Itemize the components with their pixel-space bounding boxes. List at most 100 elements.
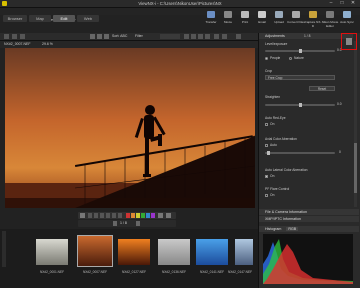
- file-info-title: File & Camera Information: [265, 210, 307, 214]
- grid-view-icon[interactable]: [90, 34, 95, 39]
- upload-button[interactable]: Upload: [272, 9, 286, 31]
- thumbnail-6-label: NX#2_0147.NEF: [227, 270, 253, 274]
- rating-0-icon[interactable]: [88, 213, 92, 218]
- convert-files-button[interactable]: Convert Files: [287, 9, 305, 31]
- tab-browser[interactable]: Browser: [3, 15, 27, 22]
- rotate-left-icon[interactable]: [184, 34, 189, 39]
- thumbnail-4[interactable]: [158, 239, 190, 265]
- radio-people[interactable]: [265, 57, 268, 60]
- info-icon[interactable]: [222, 34, 227, 39]
- panel-scroll-thumb[interactable]: [354, 143, 357, 193]
- auto-sync-button[interactable]: Auto Sync: [340, 9, 354, 31]
- thumbnail-2-selected[interactable]: [77, 235, 113, 267]
- rating-3-icon[interactable]: [106, 213, 110, 218]
- axial-slider[interactable]: [265, 152, 335, 154]
- zoom-icon[interactable]: [214, 34, 219, 39]
- file-info-header[interactable]: File & Camera Information: [259, 209, 359, 215]
- lateral-checkbox[interactable]: [265, 175, 268, 178]
- rating-filter[interactable]: [160, 34, 180, 39]
- protect-icon[interactable]: [198, 34, 203, 39]
- tab-map[interactable]: Map: [29, 15, 51, 22]
- thumbnail-1-label: NX#2_0001.NEF: [39, 270, 65, 274]
- panel-toggle-icon[interactable]: [236, 34, 241, 39]
- title-bar: ViewNX-i - C:\Users\NikonUser\Pictures\N…: [0, 0, 360, 8]
- transfer-button[interactable]: Transfer: [204, 9, 218, 31]
- thumbnail-2-label: NX#2_0007.NEF: [82, 270, 108, 274]
- exposure-knob[interactable]: [299, 49, 302, 53]
- label-3-icon[interactable]: [136, 213, 140, 218]
- straighten-knob[interactable]: [299, 103, 302, 107]
- label-icon[interactable]: [205, 34, 210, 39]
- next-image-icon[interactable]: [136, 221, 140, 226]
- movie-button[interactable]: Movie: [221, 9, 235, 31]
- thumbnail-3[interactable]: [118, 239, 150, 265]
- compare-view-icon[interactable]: [104, 34, 109, 39]
- rating-1-icon[interactable]: [94, 213, 98, 218]
- label-1-icon[interactable]: [126, 213, 130, 218]
- capture-icon: [309, 11, 317, 18]
- window-title: ViewNX-i - C:\Users\NikonUser\Pictures\N…: [138, 1, 222, 6]
- pf-checkbox[interactable]: [265, 194, 268, 197]
- sort-dropdown[interactable]: Sort: ABC: [112, 33, 127, 40]
- rating-2-icon[interactable]: [100, 213, 104, 218]
- print-icon: [241, 11, 249, 18]
- label-5-icon[interactable]: [146, 213, 150, 218]
- delete-icon[interactable]: [158, 213, 163, 218]
- settings-icon[interactable]: [166, 213, 171, 218]
- filter-dropdown[interactable]: Filter: [135, 33, 143, 40]
- thumbnail-3-label: NX#2_0127.NEF: [121, 270, 147, 274]
- radio-nature[interactable]: [289, 57, 292, 60]
- radio-nature-label: Nature: [294, 56, 304, 60]
- pencil-icon[interactable]: [80, 213, 85, 218]
- crop-reset-button[interactable]: Reset: [309, 86, 335, 91]
- filmstrip-scroll-left[interactable]: [2, 231, 6, 267]
- email-button[interactable]: Email: [255, 9, 269, 31]
- movie-editor-button[interactable]: Nikon Movie Editor: [322, 9, 338, 31]
- image-rating-toolbar: [78, 212, 176, 219]
- prev-image-icon[interactable]: [113, 221, 117, 226]
- thumbnail-5[interactable]: [196, 239, 228, 265]
- xmp-title: XMP/IPTC Information: [265, 217, 301, 221]
- radio-people-label: People: [270, 56, 281, 60]
- maximize-button[interactable]: □: [337, 0, 347, 7]
- axial-auto-checkbox[interactable]: [265, 144, 268, 147]
- tab-edit[interactable]: Edit: [53, 15, 75, 22]
- back-icon[interactable]: [12, 34, 17, 39]
- histogram-graph: [263, 239, 353, 284]
- minimize-button[interactable]: –: [326, 0, 336, 7]
- panel-toggle-button[interactable]: [346, 38, 352, 45]
- exposure-label: Level/exposure: [265, 42, 288, 46]
- print-button[interactable]: Print: [238, 9, 252, 31]
- lateral-label: Auto Lateral Color Aberration: [265, 168, 308, 172]
- thumbnail-1[interactable]: [36, 239, 68, 265]
- crop-dropdown[interactable]: Free Crop: [265, 75, 335, 80]
- capture-nx-d-button[interactable]: Capture NX-D: [305, 9, 321, 31]
- rating-5-icon[interactable]: [118, 213, 122, 218]
- thumbnail-6[interactable]: [235, 239, 253, 265]
- sunset-photo: [5, 48, 255, 208]
- label-2-icon[interactable]: [131, 213, 135, 218]
- close-button[interactable]: ✕: [348, 0, 358, 7]
- rotate-right-icon[interactable]: [191, 34, 196, 39]
- transfer-icon: [207, 11, 215, 18]
- application-window: ViewNX-i - C:\Users\NikonUser\Pictures\N…: [0, 0, 360, 288]
- label-4-icon[interactable]: [141, 213, 145, 218]
- histogram-header[interactable]: Histogram RGB: [259, 226, 359, 232]
- forward-icon[interactable]: [20, 34, 25, 39]
- axial-knob[interactable]: [267, 151, 270, 155]
- main-image-viewer[interactable]: [5, 48, 255, 208]
- auto-red-eye-checkbox[interactable]: [265, 123, 268, 126]
- axial-label: Axial Color Aberration: [265, 137, 297, 141]
- straighten-label: Straighten: [265, 95, 281, 99]
- label-6-icon[interactable]: [151, 213, 155, 218]
- crop-label: Crop: [265, 69, 273, 73]
- adjustments-panel: Adjustments 1 / 8 Level/exposure 0.0 Peo…: [258, 33, 360, 288]
- folder-icon[interactable]: [4, 34, 9, 39]
- histogram-mode[interactable]: RGB: [286, 227, 299, 231]
- tab-web[interactable]: Web: [77, 15, 99, 22]
- single-view-icon[interactable]: [97, 34, 102, 39]
- axial-auto-label: Auto: [270, 143, 277, 147]
- main-toolbar: Transfer Movie Print Email Upload Conver…: [204, 9, 360, 33]
- rating-4-icon[interactable]: [112, 213, 116, 218]
- xmp-header[interactable]: XMP/IPTC Information: [259, 216, 359, 222]
